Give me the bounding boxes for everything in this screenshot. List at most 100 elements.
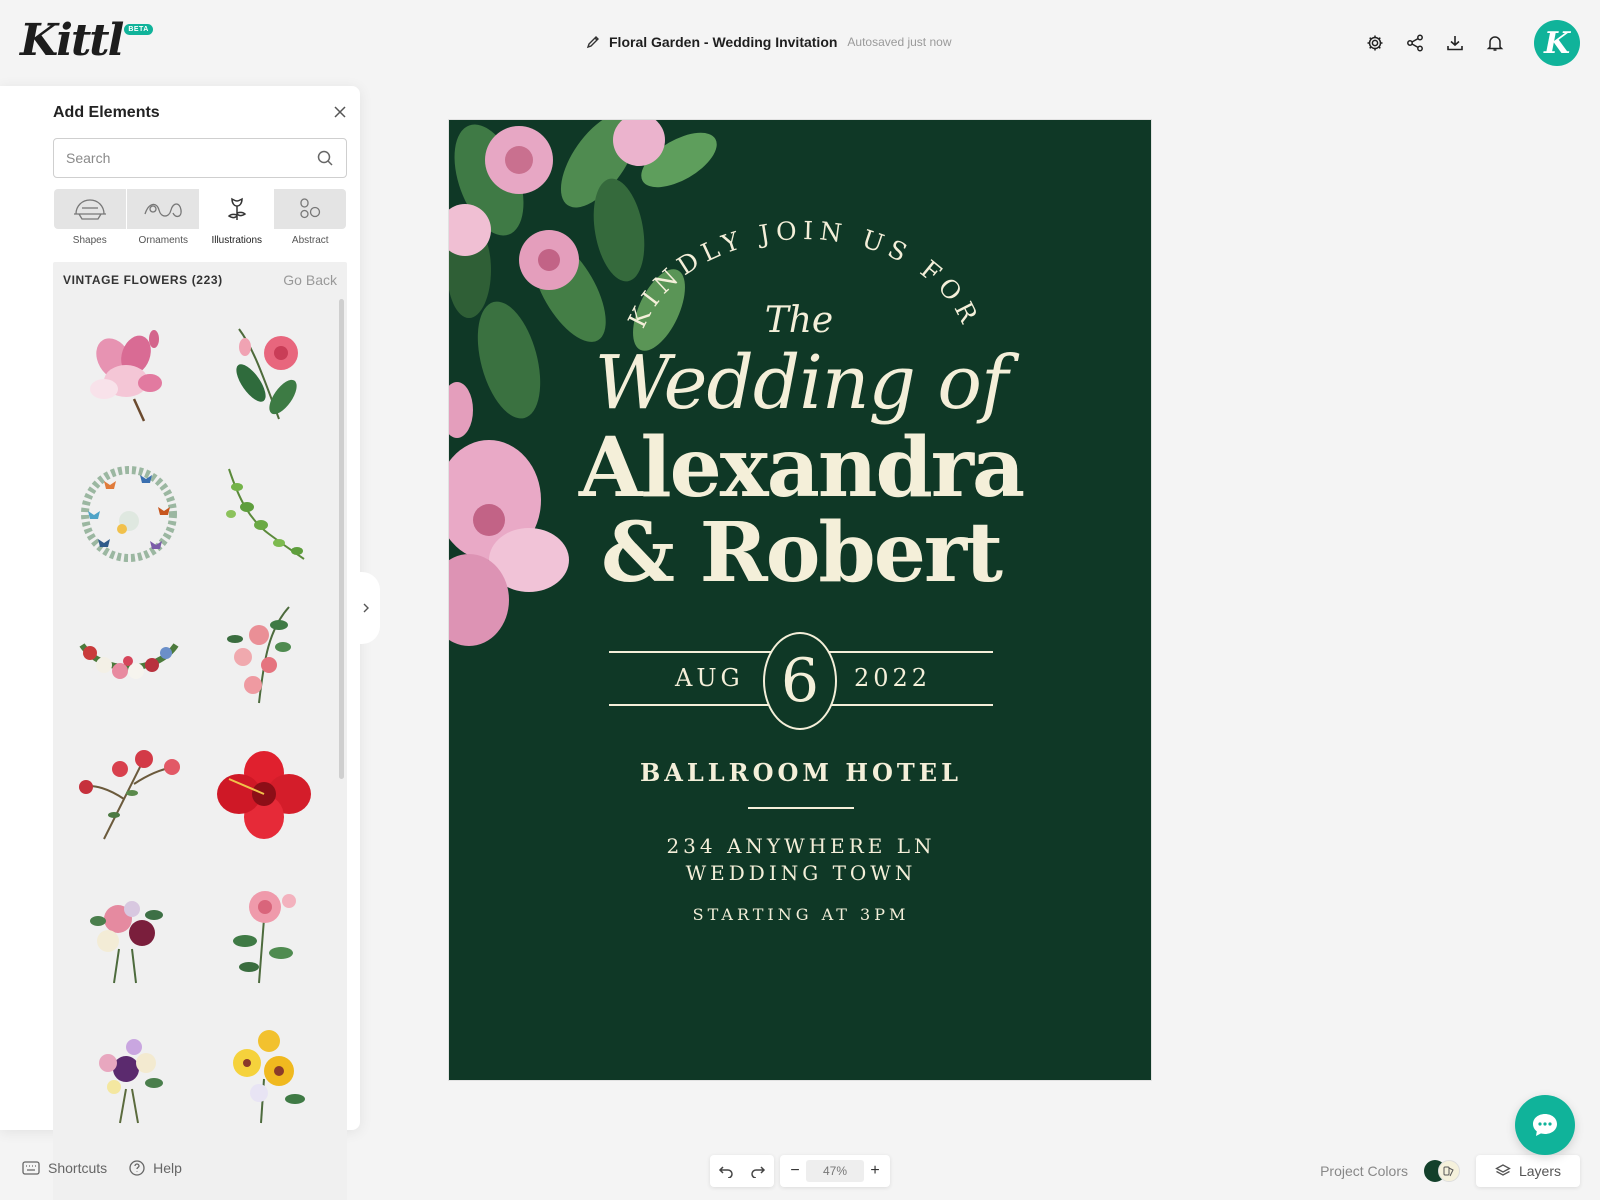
- asset-butterfly-wreath[interactable]: [61, 444, 196, 584]
- pencil-icon: [586, 36, 599, 49]
- tab-ornaments[interactable]: Ornaments: [127, 189, 201, 246]
- section-title: VINTAGE FLOWERS (223): [63, 273, 223, 287]
- redo-icon[interactable]: [750, 1164, 766, 1178]
- tab-shapes-label: Shapes: [72, 235, 107, 246]
- gear-icon[interactable]: [1364, 32, 1386, 54]
- pink-magnolia-illustration: [89, 330, 162, 422]
- invitation-day: 6: [780, 646, 820, 716]
- zoom-in-button[interactable]: +: [866, 1162, 884, 1180]
- invitation-address-line1: 234 ANYWHERE LN: [666, 834, 936, 858]
- layers-button[interactable]: Layers: [1476, 1155, 1580, 1187]
- search-box[interactable]: [53, 138, 347, 178]
- go-back-link[interactable]: Go Back: [283, 272, 337, 288]
- asset-flower-garland[interactable]: [61, 584, 196, 724]
- ivy-vine-illustration: [225, 468, 305, 560]
- shortcuts-button[interactable]: Shortcuts: [22, 1160, 107, 1176]
- tab-shapes[interactable]: Shapes: [53, 189, 127, 246]
- zoom-level[interactable]: 47%: [806, 1160, 864, 1182]
- help-label: Help: [153, 1160, 182, 1176]
- invitation-name-1: Alexandra: [578, 420, 1025, 516]
- asset-rose-bouquet[interactable]: [61, 864, 196, 1004]
- butterfly-wreath-illustration: [80, 466, 177, 562]
- invitation-time: STARTING AT 3PM: [692, 905, 910, 924]
- zoom-controls: − 47% +: [780, 1155, 890, 1187]
- yellow-pansies-illustration: [232, 1030, 305, 1124]
- search-icon[interactable]: [316, 149, 334, 167]
- top-actions: K: [1364, 20, 1580, 66]
- logo-wordmark: Kittl: [20, 15, 124, 66]
- bottom-left-links: Shortcuts Help: [22, 1160, 182, 1176]
- tab-ornaments-label: Ornaments: [138, 235, 188, 246]
- red-hibiscus-illustration: [216, 751, 311, 839]
- flower-garland-illustration: [79, 643, 178, 679]
- asset-pink-magnolia[interactable]: [61, 304, 196, 444]
- swatch-cream: [1438, 1160, 1460, 1182]
- invitation-artboard[interactable]: KINDLY JOIN US FOR The Wedding of Alexan…: [448, 119, 1152, 1081]
- tab-abstract[interactable]: Abstract: [274, 189, 348, 246]
- document-title[interactable]: Floral Garden - Wedding Invitation Autos…: [585, 30, 951, 54]
- tab-illustrations-label: Illustrations: [211, 235, 263, 246]
- project-colors-label: Project Colors: [1320, 1163, 1408, 1179]
- pink-rose-stem-illustration: [232, 891, 296, 984]
- asset-yellow-pansies[interactable]: [196, 1004, 331, 1144]
- asset-red-hibiscus[interactable]: [196, 724, 331, 864]
- close-icon[interactable]: [332, 104, 348, 120]
- invitation-month: AUG: [675, 664, 744, 692]
- bottom-right-controls: Project Colors Layers: [1320, 1155, 1580, 1187]
- help-icon: [129, 1160, 145, 1176]
- chevron-right-icon: [363, 603, 369, 613]
- asset-purple-bouquet[interactable]: [61, 1004, 196, 1144]
- rose-bouquet-illustration: [89, 901, 163, 984]
- red-rose-sprig-illustration: [78, 750, 180, 840]
- keyboard-icon: [22, 1161, 40, 1175]
- search-input[interactable]: [66, 150, 316, 166]
- layers-icon: [1495, 1164, 1511, 1176]
- category-tabs: Shapes Ornaments Illustrations Abstract: [53, 189, 347, 246]
- chat-icon: [1533, 1114, 1557, 1136]
- help-button[interactable]: Help: [129, 1160, 182, 1176]
- shortcuts-label: Shortcuts: [48, 1160, 108, 1176]
- history-controls: [710, 1155, 774, 1187]
- invitation-name-2: & Robert: [600, 505, 1003, 601]
- ornaments-icon: [144, 203, 182, 218]
- share-icon[interactable]: [1404, 32, 1426, 54]
- app-logo[interactable]: Kittl BETA: [20, 14, 153, 68]
- project-colors-toggle[interactable]: [1424, 1160, 1460, 1182]
- layers-label: Layers: [1518, 1163, 1562, 1179]
- invitation-year: 2022: [854, 664, 932, 692]
- shapes-icon: [73, 199, 106, 220]
- asset-ivy-vine[interactable]: [196, 444, 331, 584]
- invitation-venue: BALLROOM HOTEL: [640, 758, 962, 787]
- illustrations-icon: [227, 197, 246, 220]
- pink-camellia-illustration: [235, 328, 298, 420]
- tab-illustrations[interactable]: Illustrations: [200, 189, 274, 246]
- asset-red-rose-sprig[interactable]: [61, 724, 196, 864]
- collapse-panel-handle[interactable]: [352, 572, 380, 644]
- chat-support-button[interactable]: [1515, 1095, 1575, 1155]
- invitation-wedding-of: Wedding of: [594, 340, 1009, 426]
- palette-icon: [1443, 1166, 1454, 1177]
- user-avatar[interactable]: K: [1534, 20, 1580, 66]
- bell-icon[interactable]: [1484, 32, 1506, 54]
- document-name[interactable]: Floral Garden - Wedding Invitation: [609, 34, 837, 50]
- download-icon[interactable]: [1444, 32, 1466, 54]
- pink-rose-branch-illustration: [226, 606, 291, 704]
- invitation-the: The: [764, 300, 834, 341]
- vintage-flowers-gallery: VINTAGE FLOWERS (223) Go Back: [53, 262, 347, 1200]
- undo-icon[interactable]: [718, 1164, 734, 1178]
- asset-pink-camellia-branch[interactable]: [196, 304, 331, 444]
- asset-pink-rose-branch[interactable]: [196, 584, 331, 724]
- zoom-out-button[interactable]: −: [786, 1162, 804, 1180]
- beta-badge: BETA: [124, 24, 153, 35]
- tab-abstract-label: Abstract: [291, 235, 329, 246]
- date-oval: 6: [763, 632, 837, 730]
- invitation-date: AUG 6 2022: [609, 632, 993, 730]
- gallery-scrollbar[interactable]: [339, 299, 344, 779]
- invitation-address-line2: WEDDING TOWN: [685, 861, 917, 885]
- panel-title: Add Elements: [53, 104, 160, 121]
- venue-divider: [748, 807, 854, 809]
- autosave-status: Autosaved just now: [847, 35, 952, 49]
- asset-pink-rose-stem[interactable]: [196, 864, 331, 1004]
- purple-bouquet-illustration: [98, 1039, 163, 1124]
- add-elements-panel: Add Elements Shapes Ornaments Illustrati…: [0, 86, 360, 1200]
